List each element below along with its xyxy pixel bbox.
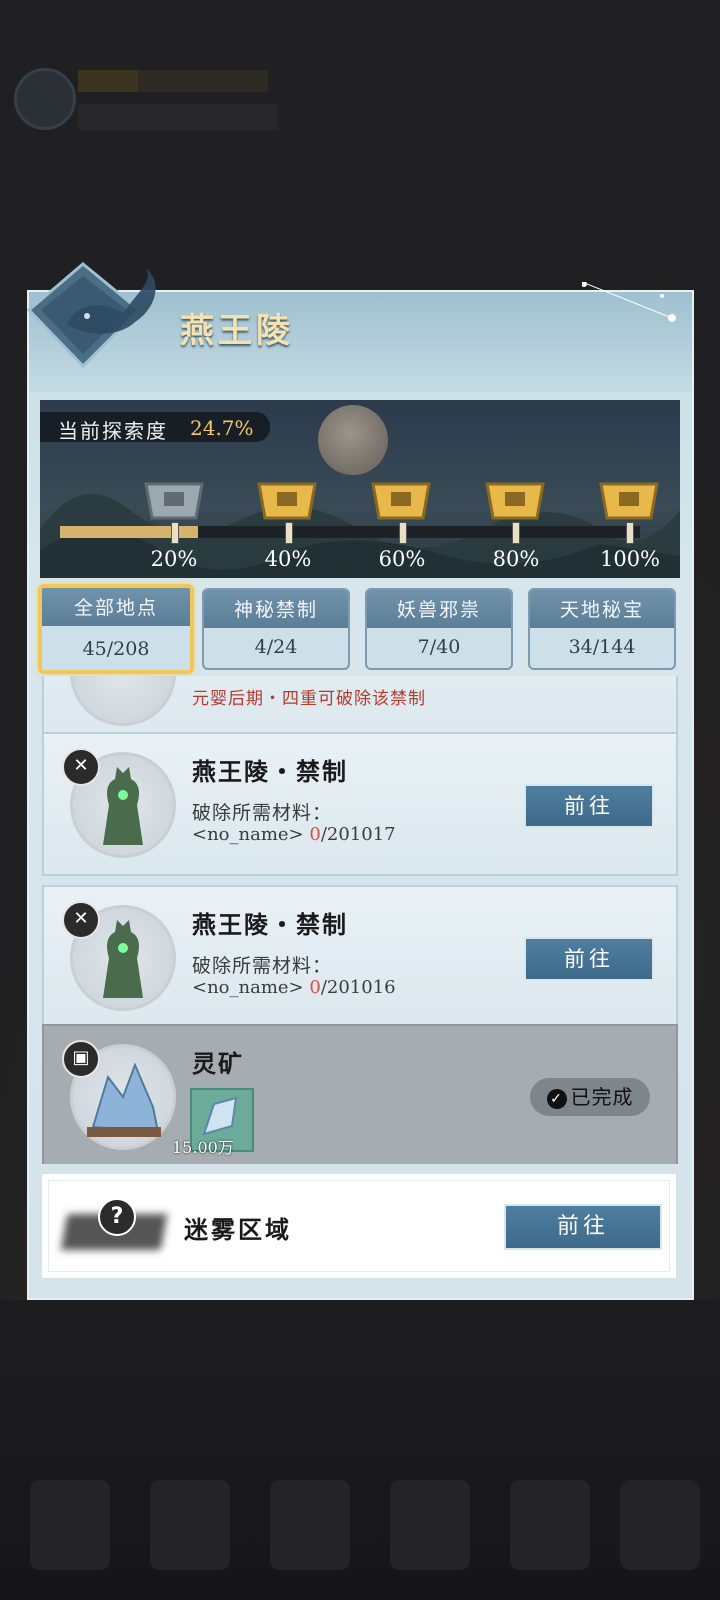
- milestone-label: 40%: [264, 547, 312, 571]
- tab-label: 全部地点: [73, 597, 158, 619]
- tab-treasures[interactable]: 天地秘宝 34/144: [528, 588, 676, 670]
- fog-area-panel: ? 迷雾区域 前往: [40, 1172, 678, 1280]
- completed-badge: ✓ 已完成: [530, 1078, 650, 1116]
- constellation-icon: [582, 282, 676, 322]
- background-name-bar: [78, 70, 268, 92]
- material-requirement: <no_name> 0/201017: [192, 824, 396, 845]
- material-name: <no_name>: [192, 977, 304, 998]
- card-title: 灵矿: [192, 1049, 244, 1078]
- tab-count: 4/24: [254, 636, 298, 658]
- tab-label: 妖兽邪祟: [396, 599, 481, 621]
- reward-chest-icon[interactable]: [483, 478, 547, 524]
- check-icon: ✓: [546, 1089, 567, 1109]
- material-requirement: <no_name> 0/201016: [192, 977, 396, 998]
- go-button[interactable]: 前往: [524, 937, 654, 981]
- location-portrait: [70, 676, 176, 726]
- go-button[interactable]: 前往: [524, 784, 654, 828]
- card-subtitle: 破除所需材料：: [192, 955, 333, 977]
- treasure-badge-icon: ▣: [62, 1040, 100, 1078]
- tab-count: 34/144: [568, 636, 636, 658]
- background-info-bar: [78, 104, 278, 130]
- moon-decoration: [318, 405, 388, 475]
- reward-chest-icon[interactable]: [369, 478, 433, 524]
- card-subtitle: 破除所需材料：: [192, 802, 333, 824]
- milestone-marker: [626, 522, 634, 544]
- reward-chest-icon[interactable]: [255, 478, 319, 524]
- fog-area-label: 迷雾区域: [184, 1215, 292, 1244]
- background-nav-icon: [150, 1480, 230, 1570]
- material-name: <no_name>: [192, 824, 304, 845]
- milestone-label: 100%: [599, 547, 661, 571]
- background-nav-icon: [620, 1480, 700, 1570]
- material-need: /201017: [320, 824, 396, 845]
- background-nav-icon: [30, 1480, 110, 1570]
- exploration-label: 当前探索度: [58, 419, 168, 443]
- tab-demon-beasts[interactable]: 妖兽邪祟 7/40: [365, 588, 513, 670]
- completed-label: 已完成: [570, 1085, 634, 1109]
- background-nav-icon: [510, 1480, 590, 1570]
- material-need: /201016: [320, 977, 396, 998]
- seal-badge-icon: ✕: [62, 748, 100, 786]
- seal-badge-icon: ✕: [62, 901, 100, 939]
- question-icon: ?: [98, 1198, 136, 1236]
- list-item[interactable]: ✕ 燕王陵・禁制 破除所需材料： <no_name> 0/201016 前往: [42, 885, 678, 1029]
- list-item[interactable]: ✕ 燕王陵・禁制 破除所需材料： <no_name> 0/201017 前往: [42, 732, 678, 876]
- background-nav-icon: [270, 1480, 350, 1570]
- milestone-marker: [285, 522, 293, 544]
- item-quantity: 15.00万: [172, 1138, 234, 1157]
- milestone-label: 20%: [150, 547, 198, 571]
- fog-go-button[interactable]: 前往: [504, 1204, 662, 1250]
- list-item[interactable]: ▣ 灵矿 15.00万 ✓ 已完成: [42, 1024, 678, 1164]
- milestone-label: 80%: [492, 547, 540, 571]
- background-avatar: [14, 68, 76, 130]
- material-have: 0: [309, 977, 321, 998]
- material-have: 0: [309, 824, 321, 845]
- exploration-value: 24.7%: [190, 416, 254, 440]
- tab-all-locations[interactable]: 全部地点 45/208: [38, 584, 194, 674]
- tab-label: 神秘禁制: [233, 599, 318, 621]
- milestone-marker: [512, 522, 520, 544]
- background-nav-icon: [390, 1480, 470, 1570]
- reward-chest-icon[interactable]: [597, 478, 661, 524]
- tab-count: 7/40: [417, 636, 461, 658]
- requirement-warning: 元婴后期・四重可破除该禁制: [192, 689, 426, 709]
- card-title: 燕王陵・禁制: [192, 910, 348, 939]
- milestone-label: 60%: [378, 547, 426, 571]
- location-list[interactable]: 元婴后期・四重可破除该禁制 ✕ 燕王陵・禁制 破除所需材料： <no_name>…: [40, 676, 680, 1164]
- milestone-marker: [171, 522, 179, 544]
- milestone-marker: [399, 522, 407, 544]
- card-title: 燕王陵・禁制: [192, 757, 348, 786]
- page-title: 燕王陵: [180, 311, 294, 351]
- region-emblem-icon: [27, 262, 156, 369]
- tab-label: 天地秘宝: [559, 599, 644, 621]
- tab-count: 45/208: [82, 638, 150, 660]
- tab-mystic-seals[interactable]: 神秘禁制 4/24: [202, 588, 350, 670]
- reward-chest-icon[interactable]: [142, 478, 206, 524]
